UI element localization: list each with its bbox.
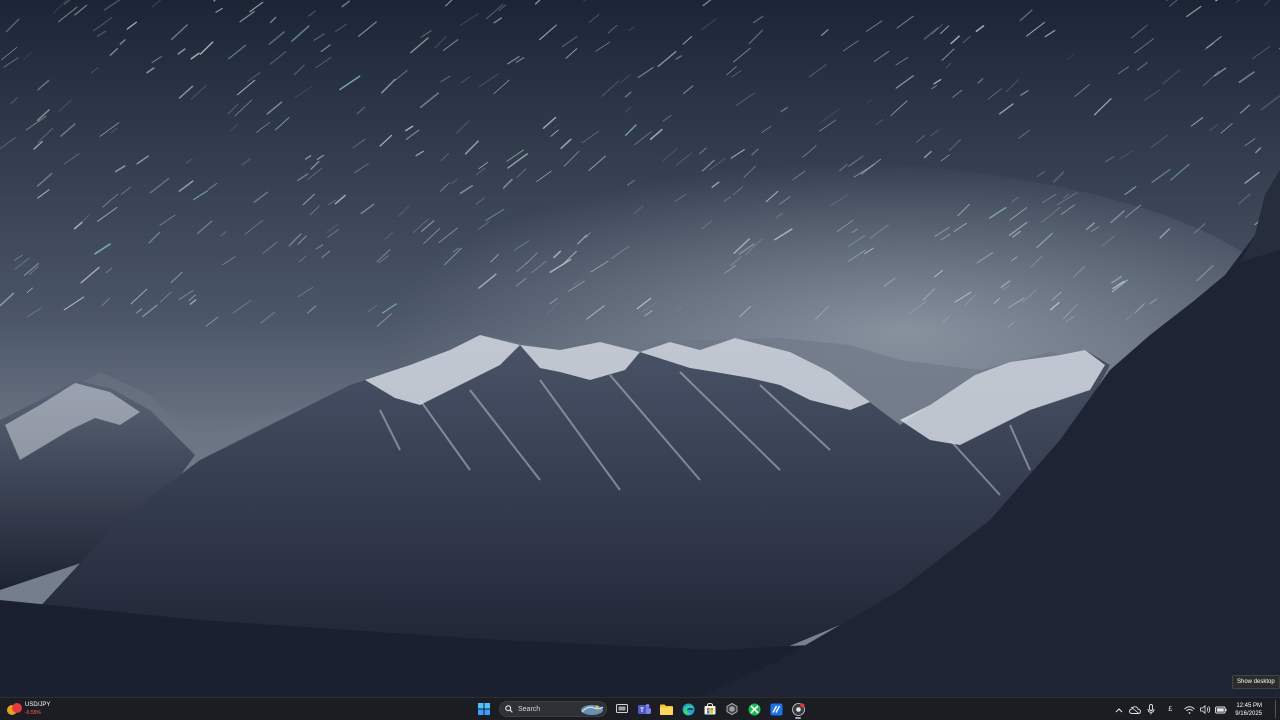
currency-flag-icon [7, 702, 22, 717]
start-button[interactable] [474, 699, 494, 719]
code-editor-icon [770, 703, 782, 715]
widgets-button[interactable]: USD/JPY -0.55% [7, 699, 67, 719]
clock-time: 12:45 PM [1236, 702, 1262, 709]
show-hidden-icons-button[interactable] [1111, 700, 1127, 720]
show-desktop-tooltip: Show desktop [1232, 675, 1280, 689]
teams-button[interactable]: T [634, 699, 654, 719]
battery-tray-button[interactable] [1213, 700, 1229, 720]
edge-button[interactable] [678, 699, 698, 719]
search-icon [505, 705, 513, 713]
folder-icon [659, 704, 673, 715]
widget-currency-change: -0.55% [25, 709, 41, 716]
onedrive-tray-button[interactable] [1127, 700, 1143, 720]
microsoft-store-button[interactable] [700, 699, 720, 719]
teams-icon: T [637, 704, 651, 714]
search-highlight-icon [581, 705, 604, 715]
input-indicator-button[interactable]: £ [1159, 700, 1181, 720]
hexagon-app-icon [726, 703, 738, 715]
wifi-icon [1183, 705, 1195, 714]
copilot-button[interactable] [722, 699, 742, 719]
input-indicator-label: £ [1168, 706, 1173, 713]
vscode-button[interactable] [766, 699, 786, 719]
desktop-wallpaper [0, 0, 1280, 697]
microphone-tray-button[interactable] [1143, 700, 1159, 720]
clock-date: 9/16/2025 [1235, 710, 1262, 717]
windows-logo-icon [478, 703, 490, 715]
task-view-icon [616, 703, 628, 713]
running-indicator [795, 717, 801, 719]
task-view-button[interactable] [612, 699, 632, 719]
speaker-icon [1199, 705, 1210, 714]
clock-button[interactable]: 12:45 PM 9/16/2025 [1235, 702, 1262, 718]
system-tray: £ 12:45 PM 9/16/2025 [1111, 698, 1280, 720]
desktop[interactable]: Show desktop USD/JPY -0.55% Search T £ 1… [0, 0, 1280, 720]
taskbar-search-box[interactable]: Search [499, 701, 607, 717]
volume-tray-button[interactable] [1197, 700, 1213, 720]
network-tray-button[interactable] [1181, 700, 1197, 720]
xbox-button[interactable] [744, 699, 764, 719]
taskbar-apps: Search T [473, 699, 809, 719]
store-icon [704, 703, 716, 715]
taskbar: USD/JPY -0.55% Search T £ 12:45 PM 9/16/… [0, 697, 1280, 720]
microphone-icon [1147, 704, 1155, 715]
search-label: Search [518, 705, 541, 713]
widget-currency-pair: USD/JPY [25, 701, 51, 708]
svg-text:T: T [640, 708, 644, 714]
chevron-up-icon [1115, 707, 1123, 712]
edge-icon [682, 703, 694, 715]
show-desktop-button[interactable] [1275, 700, 1280, 718]
battery-icon [1215, 706, 1227, 713]
chrome-icon [791, 702, 805, 716]
file-explorer-button[interactable] [656, 699, 676, 719]
xbox-icon [748, 703, 760, 715]
cloud-icon [1129, 705, 1142, 714]
chrome-button[interactable] [788, 699, 808, 719]
